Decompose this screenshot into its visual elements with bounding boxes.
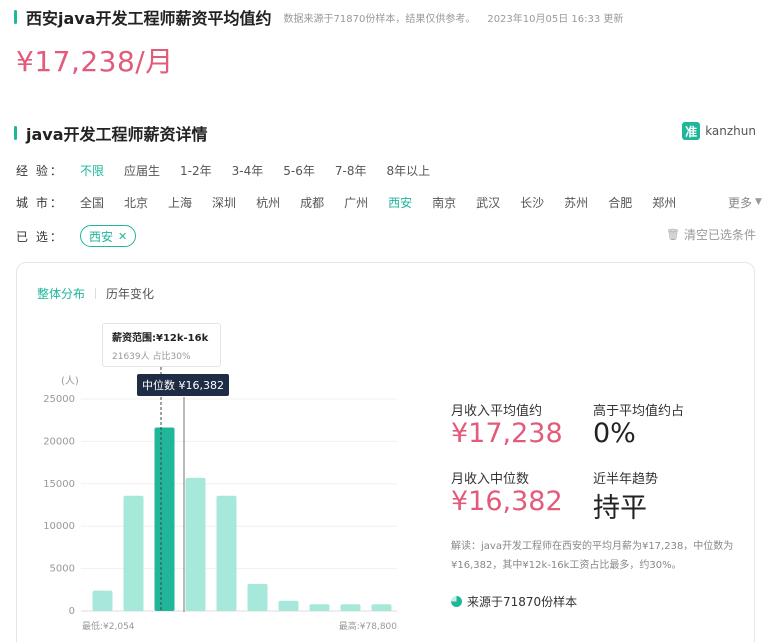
city-option[interactable]: 南京 [432,196,456,210]
trend-label: 近半年趋势 [593,472,659,487]
avg-stat: 月收入平均值约 ¥17,238 [451,400,563,449]
page-header: 西安java开发工程师薪资平均值约 数据来源于71870份样本，结果仅供参考。 … [14,6,623,28]
experience-filter: 经 验： 不限 应届生 1-2年 3-4年 5-6年 7-8年 8年以上 [16,161,450,179]
bar[interactable] [278,600,299,611]
more-cities-button[interactable]: 更多 ▼ [728,194,762,211]
x-max-label: 最高:¥78,800 [339,620,398,632]
city-filter: 城 市： 全国 北京 上海 深圳 杭州 成都 广州 西安 南京 武汉 长沙 苏州 合肥 郑州 更多 ▼ [16,193,770,211]
salary-histogram: (人) 0500010000150002000025000 最低:¥2,054 … [43,367,398,632]
experience-option[interactable]: 3-4年 [232,164,264,178]
experience-options: 不限 应届生 1-2年 3-4年 5-6年 7-8年 8年以上 [80,162,450,179]
experience-option[interactable]: 8年以上 [386,164,430,178]
y-tick-label: 25000 [43,394,75,405]
bar[interactable] [371,604,392,611]
city-option[interactable]: 成都 [300,196,324,210]
city-option[interactable]: 苏州 [564,196,588,210]
avg-value: ¥17,238 [451,418,563,449]
city-option[interactable]: 合肥 [608,196,632,210]
median-value: ¥16,382 [451,486,563,517]
experience-label: 经 验： [16,163,64,178]
page-title: 西安java开发工程师薪资平均值约 [26,9,272,28]
update-time: 2023年10月05日 16:33 更新 [487,13,624,25]
experience-option[interactable]: 不限 [80,164,104,178]
experience-option[interactable]: 7-8年 [335,164,367,178]
x-min-label: 最低:¥2,054 [82,620,135,632]
experience-option[interactable]: 5-6年 [283,164,315,178]
median-label: 月收入中位数 [451,472,530,487]
city-option[interactable]: 武汉 [476,196,500,210]
bar[interactable] [92,590,113,611]
y-tick-label: 10000 [43,521,75,532]
section-title: java开发工程师薪资详情 [26,125,208,144]
city-option[interactable]: 西安 [388,196,412,210]
close-icon[interactable]: ✕ [118,230,127,243]
section-header: java开发工程师薪资详情 [14,122,208,144]
sample-label: 来源于71870份样本 [467,595,578,609]
clear-filters-button[interactable]: 🗑 清空已选条件 [666,226,756,243]
above-avg-stat: 高于平均值约占 0% [593,400,684,449]
sample-source: 来源于71870份样本 [451,593,577,610]
city-option[interactable]: 北京 [124,196,148,210]
brand-name: kanzhun [705,124,756,138]
bar[interactable] [185,477,206,611]
city-option[interactable]: 杭州 [256,196,280,210]
experience-option[interactable]: 应届生 [124,164,160,178]
more-label: 更多 [728,195,753,210]
above-avg-label: 高于平均值约占 [593,404,685,419]
y-tick-label: 5000 [50,564,75,575]
salary-distribution-card: 整体分布 历年变化 (人) 0 5000 10000 15000 20000 25000 … [16,262,755,642]
bar[interactable] [247,583,268,611]
clear-label: 清空已选条件 [683,228,756,242]
city-option[interactable]: 深圳 [212,196,236,210]
above-avg-value: 0% [593,418,636,449]
selected-filter: 已 选： 西安 ✕ [16,224,137,248]
title-marker [14,10,17,24]
avg-label: 月收入平均值约 [451,404,543,419]
bar[interactable] [340,604,361,611]
y-axis-unit: (人) [61,375,79,387]
chip-label: 西安 [89,229,114,244]
bar[interactable] [123,495,144,611]
bar[interactable] [309,604,330,611]
caret-down-icon: ▼ [755,197,762,207]
kanzhun-logo-icon: 准 [682,122,701,140]
average-salary: ¥17,238/月 [16,45,174,78]
interpretation-text: 解读：java开发工程师在西安的平均月薪为¥17,238，中位数为¥16,382… [451,541,734,571]
trend-stat: 近半年趋势 持平 [593,468,658,525]
city-option[interactable]: 全国 [80,196,104,210]
y-tick-label: 0 [69,606,75,617]
trend-value: 持平 [593,493,647,524]
city-option[interactable]: 上海 [168,196,192,210]
city-option[interactable]: 广州 [344,196,368,210]
city-options: 全国 北京 上海 深圳 杭州 成都 广州 西安 南京 武汉 长沙 苏州 合肥 郑州 [80,194,696,211]
tooltip-subtitle: 21639人 占比30% [112,352,191,362]
brand-logo[interactable]: 准 kanzhun [682,122,756,140]
selected-chip-xian[interactable]: 西安 ✕ [80,225,137,247]
bar-highlighted[interactable] [154,427,175,612]
pie-chart-icon [451,596,462,607]
bar[interactable] [216,495,237,611]
y-tick-label: 20000 [43,436,75,447]
median-stat: 月收入中位数 ¥16,382 [451,468,563,517]
tooltip-title: 薪资范围:¥12k-16k [112,333,209,344]
selected-label: 已 选： [16,229,64,244]
trash-icon: 🗑 [666,228,680,241]
y-axis-ticks: 0 5000 10000 15000 20000 25000 [43,394,75,617]
section-marker [14,126,17,140]
city-option[interactable]: 长沙 [520,196,544,210]
experience-option[interactable]: 1-2年 [180,164,212,178]
bars [92,427,392,612]
y-tick-label: 15000 [43,479,75,490]
bar-tooltip: 薪资范围:¥12k-16k 21639人 占比30% [102,323,221,367]
median-tag: 中位数 ¥16,382 [137,374,229,396]
data-source-note: 数据来源于71870份样本，结果仅供参考。 [283,13,476,25]
city-label: 城 市： [16,195,64,210]
city-option[interactable]: 郑州 [652,196,676,210]
